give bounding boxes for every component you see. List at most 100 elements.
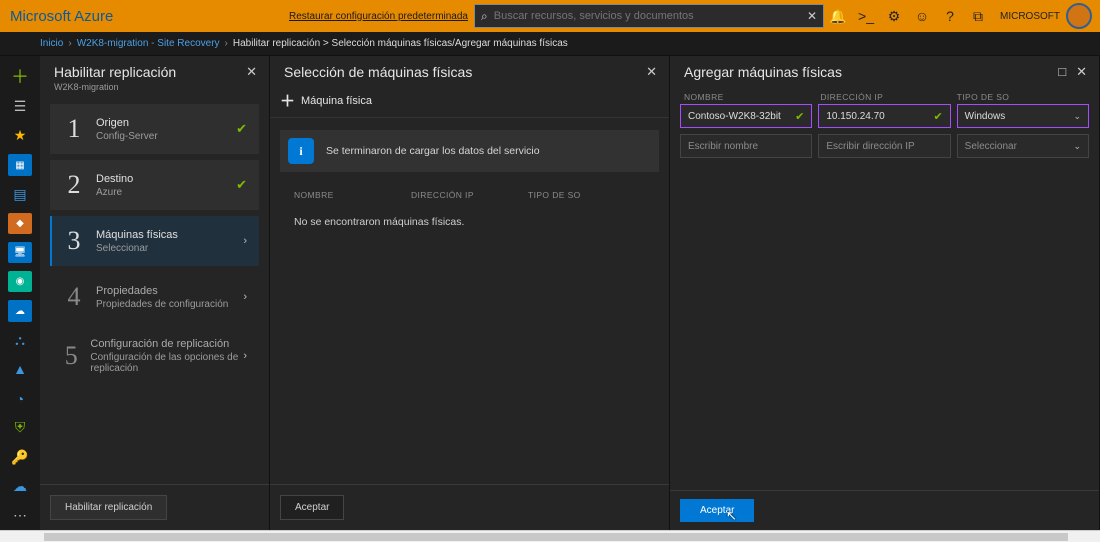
search-input[interactable] xyxy=(494,5,801,27)
account-tenant: MICROSOFT xyxy=(1000,11,1060,22)
accept-button[interactable]: Aceptar xyxy=(280,495,344,520)
name-field[interactable]: Escribir nombre xyxy=(680,134,812,158)
close-icon[interactable]: ✕ xyxy=(1076,64,1087,80)
step-subtitle: Configuración de las opciones de replica… xyxy=(90,352,249,374)
col-os: TIPO DE SO xyxy=(528,190,645,200)
security-shield-icon[interactable]: ⛨ xyxy=(8,417,32,438)
breadcrumb-current: Habilitar replicación > Selección máquin… xyxy=(233,38,568,49)
info-banner: i Se terminaron de cargar los datos del … xyxy=(280,130,659,172)
more-services-icon[interactable]: ⋯ xyxy=(8,505,32,526)
step-number: 1 xyxy=(60,114,88,144)
mouse-cursor-icon: ↖ xyxy=(726,508,737,524)
workspace: ＋ ☰ ★ ▦ ▤ ◆ 🖥 ◉ ☁ ⛬ ▲ ◔ ⛨ 🔑 ☁ ⋯ Habilita… xyxy=(0,56,1100,530)
accept-button[interactable]: Aceptar xyxy=(680,499,754,522)
info-text: Se terminaron de cargar los datos del se… xyxy=(326,145,540,157)
network-icon[interactable]: ⛬ xyxy=(8,330,32,351)
azure-ad-icon[interactable]: ▲ xyxy=(8,359,32,380)
virtual-machines-icon[interactable]: 🖥 xyxy=(8,242,32,263)
chevron-right-icon: › xyxy=(243,235,247,247)
global-search[interactable]: ⌕ ✕ xyxy=(474,4,824,28)
step-title: Origen xyxy=(96,117,158,129)
chevron-down-icon: ⌄ xyxy=(1073,141,1081,152)
checkmark-icon: ✔ xyxy=(236,121,247,137)
feedback-smiley-icon[interactable]: ☺ xyxy=(908,0,936,32)
notifications-icon[interactable]: 🔔 xyxy=(824,0,852,32)
search-icon: ⌕ xyxy=(475,9,494,24)
maximize-icon[interactable]: □ xyxy=(1058,64,1066,80)
close-icon[interactable]: ✕ xyxy=(246,64,257,80)
left-nav: ＋ ☰ ★ ▦ ▤ ◆ 🖥 ◉ ☁ ⛬ ▲ ◔ ⛨ 🔑 ☁ ⋯ xyxy=(0,56,40,530)
chevron-right-icon: › xyxy=(243,350,247,362)
name-field[interactable]: Contoso-W2K8-32bit ✔ xyxy=(680,104,812,128)
add-physical-machine-label: Máquina física xyxy=(301,95,372,107)
avatar[interactable] xyxy=(1066,3,1092,29)
key-icon[interactable]: 🔑 xyxy=(8,446,32,467)
step-subtitle: Propiedades de configuración xyxy=(96,299,228,310)
name-placeholder: Escribir nombre xyxy=(688,141,758,152)
breadcrumb: Inicio › W2K8-migration - Site Recovery … xyxy=(0,32,1100,56)
step-1-source[interactable]: 1 Origen Config-Server ✔ xyxy=(50,104,259,154)
create-resource-icon[interactable]: ＋ xyxy=(8,64,32,88)
ip-field[interactable]: 10.150.24.70 ✔ xyxy=(818,104,950,128)
breadcrumb-home[interactable]: Inicio xyxy=(40,38,63,49)
os-value: Windows xyxy=(965,111,1006,122)
col-name: NOMBRE xyxy=(680,92,816,102)
breadcrumb-vault[interactable]: W2K8-migration - Site Recovery xyxy=(77,38,220,49)
enable-replication-button[interactable]: Habilitar replicación xyxy=(50,495,167,520)
checkmark-icon: ✔ xyxy=(236,177,247,193)
settings-gear-icon[interactable]: ⚙ xyxy=(880,0,908,32)
col-ip: DIRECCIÓN IP xyxy=(411,190,528,200)
chevron-right-icon: › xyxy=(243,291,247,303)
blade-title: Agregar máquinas físicas xyxy=(684,64,842,80)
add-physical-machine-button[interactable]: ＋ Máquina física xyxy=(280,90,372,111)
storage-icon[interactable]: ☁ xyxy=(8,300,32,321)
blade-select-physical-machines: Selección de máquinas físicas ✕ ＋ Máquin… xyxy=(270,56,670,530)
resource-groups-icon[interactable]: ▤ xyxy=(8,184,32,205)
sql-databases-icon[interactable]: ◉ xyxy=(8,271,32,292)
step-number: 2 xyxy=(60,170,88,200)
horizontal-scrollbar[interactable] xyxy=(0,530,1100,542)
step-5-replication-settings[interactable]: 5 Configuración de replicación Configura… xyxy=(50,328,259,384)
ip-placeholder: Escribir dirección IP xyxy=(826,141,914,152)
clear-search-icon[interactable]: ✕ xyxy=(801,9,823,23)
step-number: 5 xyxy=(60,341,82,371)
restore-defaults-link[interactable]: Restaurar configuración predeterminada xyxy=(289,11,468,22)
plus-icon: ＋ xyxy=(280,90,295,111)
info-icon: i xyxy=(288,138,314,164)
col-os: TIPO DE SO xyxy=(953,92,1089,102)
step-subtitle: Azure xyxy=(96,187,133,198)
table-row: Escribir nombre Escribir dirección IP Se… xyxy=(670,134,1099,158)
brand-logo[interactable]: Microsoft Azure xyxy=(0,8,127,25)
ip-field[interactable]: Escribir dirección IP xyxy=(818,134,950,158)
step-number: 3 xyxy=(60,226,88,256)
list-icon[interactable]: ☰ xyxy=(8,96,32,117)
account-widget[interactable]: MICROSOFT xyxy=(992,3,1100,29)
step-subtitle: Config-Server xyxy=(96,131,158,142)
blade-title: Habilitar replicación xyxy=(54,64,176,80)
directory-filter-icon[interactable]: ⧉ xyxy=(964,0,992,32)
dashboard-icon[interactable]: ▦ xyxy=(8,154,32,175)
step-3-physical-machines[interactable]: 3 Máquinas físicas Seleccionar › xyxy=(50,216,259,266)
cloud-icon[interactable]: ☁ xyxy=(8,476,32,497)
favorites-star-icon[interactable]: ★ xyxy=(8,125,32,146)
os-select[interactable]: Seleccionar ⌄ xyxy=(957,134,1089,158)
scrollbar-thumb[interactable] xyxy=(44,533,1068,541)
breadcrumb-separator: › xyxy=(220,38,233,49)
top-center: Restaurar configuración predeterminada ⌕… xyxy=(289,4,824,28)
empty-state-text: No se encontraron máquinas físicas. xyxy=(270,204,669,228)
step-number: 4 xyxy=(60,282,88,312)
step-2-target[interactable]: 2 Destino Azure ✔ xyxy=(50,160,259,210)
step-4-properties[interactable]: 4 Propiedades Propiedades de configuraci… xyxy=(50,272,259,322)
table-header: NOMBRE DIRECCIÓN IP TIPO DE SO xyxy=(270,172,669,204)
help-icon[interactable]: ? xyxy=(936,0,964,32)
os-select[interactable]: Windows ⌄ xyxy=(957,104,1089,128)
app-services-icon[interactable]: ◆ xyxy=(8,213,32,234)
cloud-shell-icon[interactable]: >_ xyxy=(852,0,880,32)
table-header: NOMBRE DIRECCIÓN IP TIPO DE SO xyxy=(670,84,1099,104)
monitor-icon[interactable]: ◔ xyxy=(8,388,32,409)
checkmark-icon: ✔ xyxy=(795,110,804,123)
close-icon[interactable]: ✕ xyxy=(646,64,657,80)
wizard-steps: 1 Origen Config-Server ✔ 2 Destino Azure… xyxy=(40,96,269,484)
checkmark-icon: ✔ xyxy=(933,110,942,123)
blade-add-physical-machines: Agregar máquinas físicas □ ✕ NOMBRE DIRE… xyxy=(670,56,1100,530)
